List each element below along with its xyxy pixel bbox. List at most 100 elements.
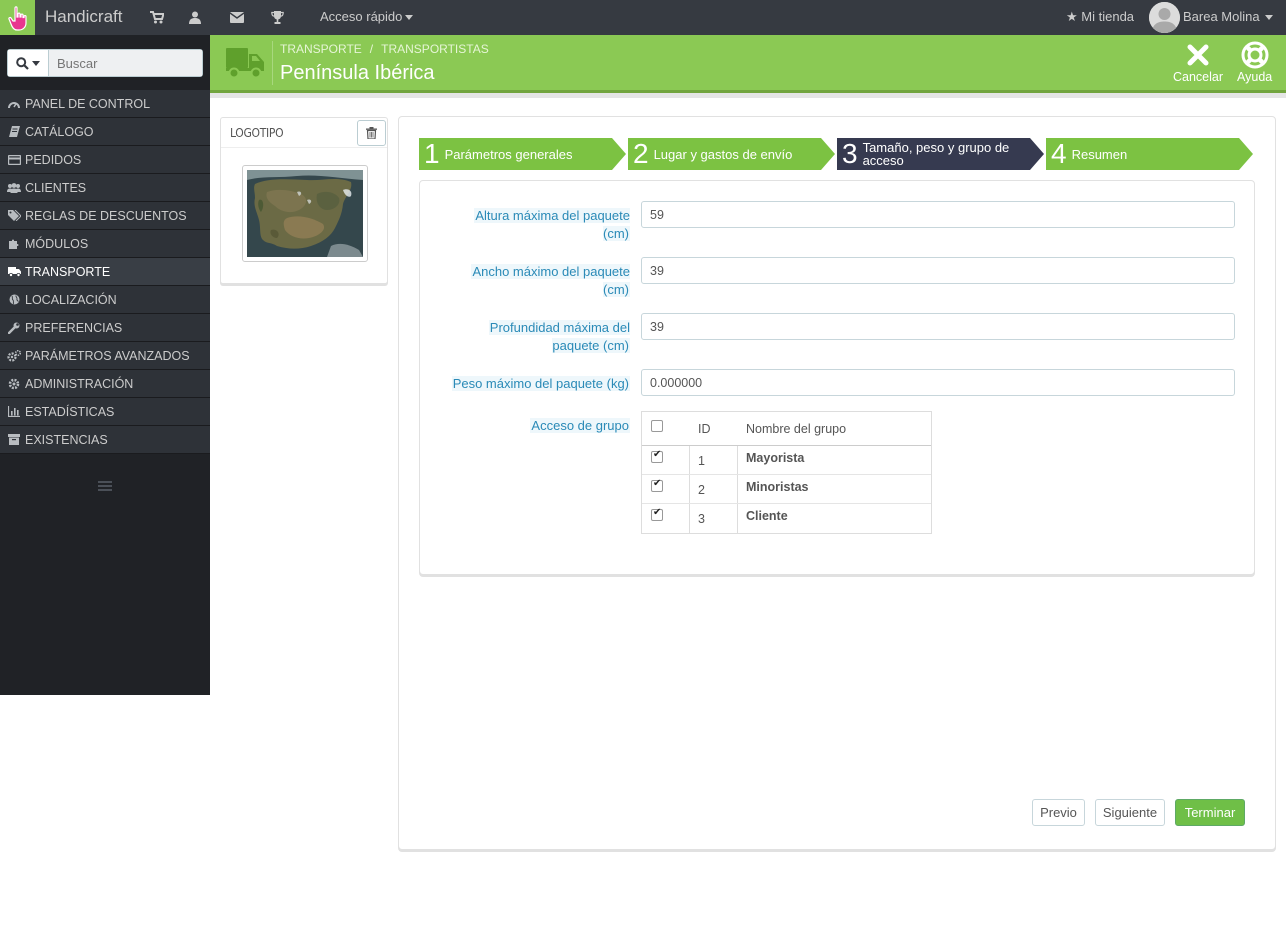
cog-icon [7, 378, 21, 390]
sidebar: PANEL DE CONTROL CATÁLOGO PEDIDOS CLIENT… [0, 35, 210, 695]
chevron-down-icon [32, 60, 40, 66]
header-shadow [210, 93, 1286, 98]
sidebar-item-label: LOCALIZACIÓN [25, 292, 117, 307]
max-height-input[interactable]: 59 [641, 201, 1235, 228]
max-depth-value: 39 [650, 319, 664, 334]
sidebar-item-stock[interactable]: EXISTENCIAS [0, 426, 210, 454]
max-height-value: 59 [650, 207, 664, 222]
sidebar-item-label: CATÁLOGO [25, 124, 94, 139]
finish-button[interactable]: Terminar [1175, 799, 1245, 826]
menu-collapse-icon[interactable] [98, 481, 112, 493]
search-type-button[interactable] [8, 50, 49, 76]
globe-icon [7, 294, 21, 305]
sidebar-item-label: PANEL DE CONTROL [25, 96, 151, 111]
group-checkbox[interactable] [651, 478, 663, 492]
sidebar-item-label: PREFERENCIAS [25, 320, 123, 335]
next-button[interactable]: Siguiente [1095, 799, 1165, 826]
my-store-link[interactable]: ★ Mi tienda [1066, 9, 1134, 25]
select-all-checkbox[interactable] [651, 420, 663, 432]
tags-icon [7, 210, 21, 221]
sidebar-item-modules[interactable]: MÓDULOS [0, 230, 210, 258]
trash-icon [366, 127, 377, 139]
help-label: Ayuda [1237, 70, 1273, 84]
sidebar-item-preferences[interactable]: PREFERENCIAS [0, 314, 210, 342]
credit-card-icon [7, 154, 21, 165]
sidebar-item-discounts[interactable]: REGLAS DE DESCUENTOS [0, 202, 210, 230]
table-row: 3 Cliente [642, 504, 931, 533]
top-navbar: Handicraft Acceso rápido ★ Mi tienda Bar… [0, 0, 1286, 35]
wizard-step-1[interactable]: 1 Parámetros generales [419, 138, 626, 170]
lifebuoy-icon [1240, 40, 1270, 70]
sidebar-item-label: REGLAS DE DESCUENTOS [25, 208, 187, 223]
wizard-step-3[interactable]: 3 Tamaño, peso y grupo de acceso [837, 138, 1044, 170]
user-menu[interactable]: Barea Molina [1183, 9, 1273, 24]
envelope-icon[interactable] [229, 9, 245, 25]
cancel-label: Cancelar [1173, 70, 1224, 84]
bar-chart-icon [7, 406, 21, 417]
breadcrumb: TRANSPORTE / TRANSPORTISTAS [280, 42, 489, 56]
sidebar-item-label: MÓDULOS [25, 236, 89, 251]
sidebar-item-label: PEDIDOS [25, 152, 82, 167]
group-checkbox[interactable] [651, 507, 663, 521]
trophy-icon[interactable] [269, 9, 285, 25]
user-icon[interactable] [187, 9, 203, 25]
group-id: 1 [698, 454, 705, 468]
quick-access-dropdown[interactable]: Acceso rápido [320, 9, 414, 24]
book-icon [7, 126, 21, 137]
users-icon [7, 182, 21, 193]
sidebar-item-statistics[interactable]: ESTADÍSTICAS [0, 398, 210, 426]
search-box [7, 49, 203, 77]
cancel-button[interactable]: Cancelar [1173, 40, 1223, 84]
sidebar-item-dashboard[interactable]: PANEL DE CONTROL [0, 90, 210, 118]
table-row: 1 Mayorista [642, 446, 931, 475]
group-checkbox[interactable] [651, 449, 663, 463]
step-label: Parámetros generales [444, 146, 573, 162]
max-weight-label: Peso máximo del paquete (kg) [451, 376, 630, 391]
sidebar-item-label: CLIENTES [25, 180, 87, 195]
breadcrumb-item[interactable]: TRANSPORTISTAS [381, 42, 489, 56]
truck-icon [224, 42, 266, 82]
group-access-table: ID Nombre del grupo 1 Mayorista 2 Minori… [641, 411, 932, 534]
help-button[interactable]: Ayuda [1237, 40, 1272, 84]
sidebar-item-localization[interactable]: LOCALIZACIÓN [0, 286, 210, 314]
delete-logo-button[interactable] [357, 120, 386, 146]
wrench-icon [7, 322, 21, 334]
column-name-header: Nombre del grupo [746, 422, 847, 436]
max-width-input[interactable]: 39 [641, 257, 1235, 284]
step-label: Resumen [1071, 146, 1128, 162]
sidebar-item-administration[interactable]: ADMINISTRACIÓN [0, 370, 210, 398]
wizard-step-2[interactable]: 2 Lugar y gastos de envío [628, 138, 835, 170]
breadcrumb-item[interactable]: TRANSPORTE [280, 42, 362, 56]
star-icon: ★ [1066, 9, 1078, 24]
table-header: ID Nombre del grupo [642, 412, 931, 446]
archive-icon [7, 434, 21, 445]
logo-panel: LOGOTIPO [220, 117, 388, 284]
max-weight-input[interactable]: 0.000000 [641, 369, 1235, 396]
logo-hand-icon[interactable] [0, 0, 35, 35]
user-name: Barea Molina [1183, 9, 1260, 24]
previous-button[interactable]: Previo [1032, 799, 1085, 826]
group-access-label: Acceso de grupo [530, 418, 630, 433]
cart-icon[interactable] [149, 9, 165, 25]
step-number: 4 [1051, 138, 1067, 169]
sidebar-item-shipping[interactable]: TRANSPORTE [0, 258, 210, 286]
brand-name[interactable]: Handicraft [45, 7, 122, 27]
wizard-step-4[interactable]: 4 Resumen [1046, 138, 1253, 170]
dashboard-icon [7, 99, 21, 109]
sidebar-item-label: PARÁMETROS AVANZADOS [25, 348, 190, 363]
logo-panel-divider [221, 147, 387, 148]
sidebar-item-customers[interactable]: CLIENTES [0, 174, 210, 202]
max-depth-label: Profundidad máxima del paquete (cm) [488, 320, 630, 353]
search-input[interactable] [49, 50, 202, 76]
search-icon [16, 56, 29, 70]
page-title: Península Ibérica [280, 62, 435, 84]
sidebar-item-advanced-parameters[interactable]: PARÁMETROS AVANZADOS [0, 342, 210, 370]
carrier-logo-image [242, 165, 368, 262]
sidebar-item-catalog[interactable]: CATÁLOGO [0, 118, 210, 146]
sidebar-item-orders[interactable]: PEDIDOS [0, 146, 210, 174]
avatar[interactable] [1149, 2, 1180, 33]
step-label: Lugar y gastos de envío [653, 146, 793, 162]
max-depth-input[interactable]: 39 [641, 313, 1235, 340]
group-name: Minoristas [746, 480, 809, 494]
max-weight-value: 0.000000 [650, 375, 703, 390]
